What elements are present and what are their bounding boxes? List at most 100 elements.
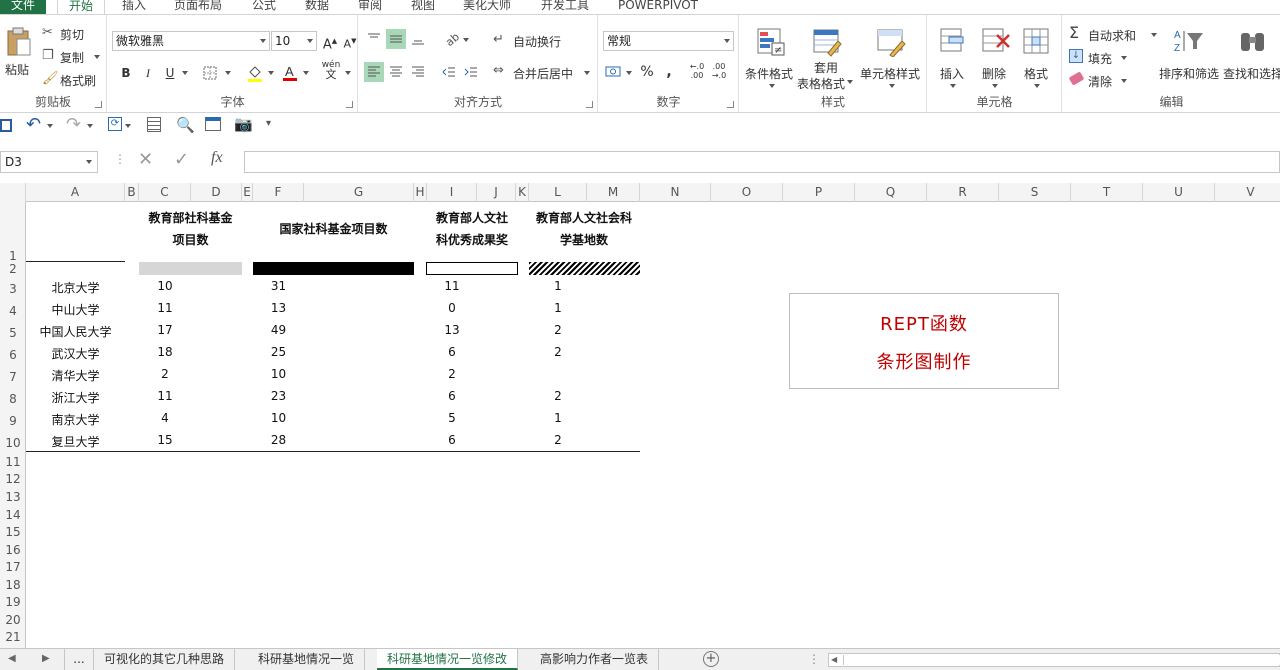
row-header[interactable]: 14 [0, 508, 26, 522]
row-header[interactable]: 13 [0, 490, 26, 504]
value-cell[interactable]: 6 [427, 433, 477, 447]
column-header[interactable]: O [711, 183, 783, 202]
tab-review[interactable]: 审阅 [358, 0, 382, 14]
cancel-icon[interactable]: ✕ [138, 149, 153, 170]
column-header[interactable]: U [1143, 183, 1215, 202]
value-cell[interactable]: 10 [253, 411, 304, 425]
copy-button[interactable]: ❐ 复制 [42, 48, 104, 66]
align-middle-button[interactable] [386, 29, 406, 49]
column-header[interactable]: T [1071, 183, 1143, 202]
value-cell[interactable]: 5 [427, 411, 477, 425]
value-cell[interactable]: 23 [253, 389, 304, 403]
row-header[interactable]: 12 [0, 472, 26, 486]
tab-page-layout[interactable]: 页面布局 [174, 0, 222, 14]
fill-button[interactable]: ↓ 填充 [1069, 48, 1131, 68]
phonetic-button[interactable]: wén 文 [321, 60, 341, 80]
align-center-button[interactable] [386, 62, 406, 82]
value-cell[interactable]: 10 [253, 367, 304, 381]
orientation-button[interactable]: ab [443, 29, 463, 49]
cell-styles-button[interactable]: 单元格样式 [858, 25, 924, 89]
chevron-down-icon[interactable] [345, 71, 351, 75]
column-header[interactable]: B [125, 183, 139, 202]
format-cells-button[interactable]: 格式 [1017, 25, 1057, 89]
align-bottom-button[interactable] [408, 29, 428, 49]
row-header[interactable]: 1 [0, 249, 26, 263]
value-cell[interactable]: 0 [427, 301, 477, 315]
formula-input[interactable] [244, 151, 1280, 173]
fill-color-button[interactable] [245, 63, 265, 83]
chevron-down-icon[interactable] [303, 71, 309, 75]
value-cell[interactable]: 4 [139, 411, 191, 425]
worksheet-grid[interactable]: A B C D E F G H I J K L M N O P Q R S T … [0, 183, 1280, 648]
clear-button[interactable]: 清除 [1068, 71, 1131, 91]
align-top-button[interactable] [364, 29, 384, 49]
row-header[interactable]: 17 [0, 560, 26, 574]
column-header[interactable]: K [516, 183, 529, 202]
scrollbar-thumb[interactable] [843, 655, 1280, 665]
value-cell[interactable]: 2 [529, 433, 587, 447]
column-header[interactable]: E [242, 183, 253, 202]
row-header[interactable]: 15 [0, 525, 26, 539]
value-cell[interactable]: 13 [253, 301, 304, 315]
value-cell[interactable]: 2 [139, 367, 191, 381]
chevron-down-icon[interactable] [87, 124, 93, 128]
percent-button[interactable]: % [637, 62, 657, 82]
save-icon[interactable] [0, 119, 12, 132]
comma-button[interactable]: , [659, 62, 679, 82]
scroll-left-icon[interactable]: ◀ [8, 653, 16, 664]
print-preview-icon[interactable]: 🔍 [176, 116, 195, 134]
scroll-right-icon[interactable]: ▶ [42, 653, 50, 664]
tab-data[interactable]: 数据 [305, 0, 329, 14]
tab-insert[interactable]: 插入 [122, 0, 146, 14]
value-cell[interactable]: 13 [427, 323, 477, 337]
column-header[interactable]: D [191, 183, 242, 202]
value-cell[interactable]: 1 [529, 301, 587, 315]
value-cell[interactable]: 15 [139, 433, 191, 447]
wrap-text-button[interactable]: ↵ 自动换行 [493, 31, 593, 51]
university-cell[interactable]: 中国人民大学 [26, 323, 125, 340]
column-header[interactable]: V [1215, 183, 1280, 202]
number-format-select[interactable]: 常规 [603, 31, 734, 51]
merge-center-button[interactable]: ⇔ 合并后居中 [493, 63, 593, 83]
university-cell[interactable]: 北京大学 [26, 279, 125, 296]
row-header[interactable]: 18 [0, 578, 26, 592]
grow-font-button[interactable]: A▲ [320, 31, 340, 52]
dialog-launcher-icon[interactable] [346, 101, 353, 108]
column-header[interactable]: G [304, 183, 414, 202]
value-cell[interactable]: 49 [253, 323, 304, 337]
value-cell[interactable]: 6 [427, 389, 477, 403]
redo-icon[interactable]: ↷ [66, 114, 81, 135]
undo-icon[interactable]: ↶ [26, 114, 41, 135]
dialog-launcher-icon[interactable] [727, 101, 734, 108]
chevron-down-icon[interactable] [268, 71, 274, 75]
autosum-button[interactable]: Σ 自动求和 [1069, 23, 1157, 45]
value-cell[interactable]: 17 [139, 323, 191, 337]
value-cell[interactable]: 11 [139, 389, 191, 403]
value-cell[interactable]: 2 [529, 389, 587, 403]
decrease-decimal-button[interactable]: .00 →.0 [709, 62, 729, 82]
column-header[interactable]: N [640, 183, 711, 202]
university-cell[interactable]: 复旦大学 [26, 433, 125, 450]
italic-button[interactable]: I [138, 63, 158, 83]
value-cell[interactable]: 18 [139, 345, 191, 359]
column-header[interactable]: H [414, 183, 427, 202]
font-color-button[interactable]: A [280, 63, 300, 83]
column-header[interactable]: M [587, 183, 640, 202]
dialog-launcher-icon[interactable] [586, 101, 593, 108]
row-header[interactable]: 2 [0, 262, 26, 276]
column-header[interactable]: J [477, 183, 516, 202]
chevron-down-icon[interactable] [225, 71, 231, 75]
value-cell[interactable]: 28 [253, 433, 304, 447]
chevron-down-icon[interactable] [47, 124, 53, 128]
value-cell[interactable]: 2 [529, 323, 587, 337]
bold-button[interactable]: B [116, 63, 136, 83]
underline-button[interactable]: U [160, 63, 180, 83]
shrink-font-button[interactable]: A▼ [340, 31, 360, 51]
cut-button[interactable]: ✂ 剪切 [42, 25, 102, 43]
value-cell[interactable]: 11 [427, 279, 477, 293]
row-header[interactable]: 21 [0, 630, 26, 644]
insert-function-icon[interactable]: fx [211, 149, 223, 167]
decrease-indent-button[interactable] [439, 62, 459, 82]
refresh-icon[interactable]: ⟳ [108, 117, 122, 131]
column-header[interactable]: Q [855, 183, 927, 202]
